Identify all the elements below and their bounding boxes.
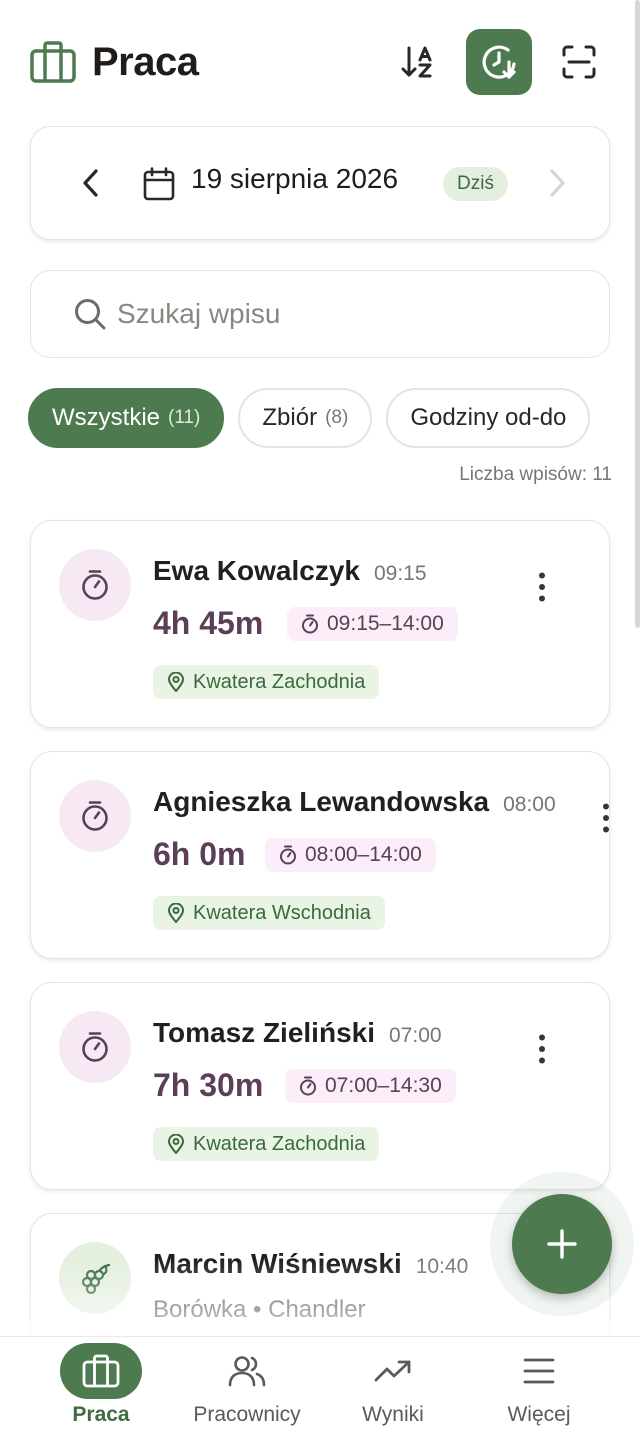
location-pin-icon: [167, 903, 185, 923]
stopwatch-icon: [59, 549, 131, 621]
location-pill: Kwatera Zachodnia: [153, 665, 380, 699]
page-title: Praca: [92, 39, 199, 84]
search-input[interactable]: [117, 298, 537, 330]
filter-chip-hours[interactable]: Godziny od-do: [386, 388, 591, 448]
entry-time: 10:40: [415, 1255, 469, 1278]
more-vertical-icon: [539, 1034, 545, 1064]
time-range: 08:00–14:00: [305, 843, 422, 866]
worker-name: Ewa Kowalczyk: [153, 555, 360, 586]
nav-label: Pracownicy: [193, 1403, 301, 1426]
add-entry-button[interactable]: [512, 1194, 612, 1294]
briefcase-icon: [60, 1343, 142, 1399]
stopwatch-icon: [280, 845, 296, 865]
location-pill: Kwatera Wschodnia: [153, 896, 385, 930]
entry-time: 08:00: [503, 793, 556, 816]
sort-button[interactable]: [386, 29, 452, 95]
entry-name: Marcin Wiśniewski 10:40: [153, 1248, 468, 1280]
time-range: 09:15–14:00: [327, 612, 444, 635]
stopwatch-icon: [300, 1076, 316, 1096]
scan-icon: [562, 45, 596, 79]
selected-date[interactable]: 19 sierpnia 2026: [191, 163, 398, 195]
stopwatch-icon: [302, 614, 318, 634]
nav-item-work[interactable]: Praca: [60, 1337, 142, 1436]
chip-label: Godziny od-do: [410, 404, 567, 431]
menu-icon: [498, 1343, 580, 1399]
chip-label: Zbiór: [262, 404, 318, 431]
location-pin-icon: [167, 1134, 185, 1154]
chip-count: (8): [325, 407, 349, 428]
date-navigator: 19 sierpnia 2026 Dziś: [30, 126, 610, 240]
more-options-button[interactable]: [527, 1029, 557, 1069]
filter-chips: Wszystkie (11) Zbiór (8) Godziny od-do: [28, 388, 620, 448]
trending-up-icon: [352, 1343, 434, 1399]
stopwatch-icon: [59, 1011, 131, 1083]
chevron-left-icon: [83, 169, 98, 197]
entry-duration: 7h 30m: [153, 1067, 264, 1103]
today-badge[interactable]: Dziś: [443, 167, 508, 201]
more-options-button[interactable]: [591, 798, 621, 838]
nav-item-workers[interactable]: Pracownicy: [186, 1337, 308, 1436]
next-day-button[interactable]: [539, 165, 575, 201]
entry-time: 07:00: [389, 1024, 442, 1047]
clock-download-button[interactable]: [466, 29, 532, 95]
app-header: Praca: [28, 28, 612, 96]
time-range-pill: 09:15–14:00: [287, 607, 458, 641]
scan-button[interactable]: [546, 29, 612, 95]
more-vertical-icon: [603, 803, 609, 833]
nav-item-results[interactable]: Wyniki: [352, 1337, 434, 1436]
nav-label: Praca: [72, 1403, 130, 1426]
grapes-icon: [59, 1242, 131, 1314]
chip-label: Wszystkie: [52, 404, 160, 431]
search-icon: [75, 299, 106, 330]
time-range: 07:00–14:30: [325, 1074, 442, 1097]
entry-duration: 4h 45m: [153, 605, 264, 641]
briefcase-icon: [28, 37, 78, 87]
entry-card[interactable]: Agnieszka Lewandowska 08:00 6h 0m 08:00–1…: [30, 751, 610, 959]
entry-time: 09:15: [373, 562, 427, 585]
nav-item-more[interactable]: Więcej: [498, 1337, 580, 1436]
entry-subtitle: Borówka • Chandler: [153, 1296, 366, 1323]
sort-az-icon: [401, 46, 432, 78]
scrollbar[interactable]: [635, 0, 640, 628]
search-box: [30, 270, 610, 358]
location-name: Kwatera Wschodnia: [193, 901, 371, 924]
worker-name: Tomasz Zieliński: [153, 1017, 375, 1048]
worker-name: Marcin Wiśniewski: [153, 1248, 402, 1279]
chip-count: (11): [168, 407, 201, 428]
worker-name: Agnieszka Lewandowska: [153, 786, 490, 817]
entries-count: Liczba wpisów: 11: [459, 464, 612, 485]
plus-icon: [547, 1229, 577, 1259]
calendar-icon: [143, 167, 175, 206]
nav-label: Więcej: [507, 1403, 571, 1426]
entry-card[interactable]: Tomasz Zieliński 07:00 7h 30m 07:00–14:30…: [30, 982, 610, 1190]
bottom-navigation: Praca Pracownicy Wyniki Więcej: [0, 1336, 640, 1436]
previous-day-button[interactable]: [73, 165, 109, 201]
filter-chip-all[interactable]: Wszystkie (11): [28, 388, 225, 448]
clock-download-icon: [482, 45, 516, 79]
entry-card[interactable]: Ewa Kowalczyk 09:15 4h 45m 09:15–14:00 Kw…: [30, 520, 610, 728]
location-name: Kwatera Zachodnia: [193, 670, 366, 693]
entry-duration: 6h 0m: [153, 836, 246, 872]
stopwatch-icon: [59, 780, 131, 852]
time-range-pill: 07:00–14:30: [285, 1069, 456, 1103]
chevron-right-icon: [550, 169, 565, 197]
more-vertical-icon: [539, 572, 545, 602]
location-pill: Kwatera Zachodnia: [153, 1127, 380, 1161]
users-icon: [206, 1343, 288, 1399]
location-name: Kwatera Zachodnia: [193, 1132, 366, 1155]
filter-chip-harvest[interactable]: Zbiór (8): [238, 388, 373, 448]
time-range-pill: 08:00–14:00: [265, 838, 436, 872]
entry-name: Ewa Kowalczyk 09:15: [153, 555, 427, 587]
more-options-button[interactable]: [527, 567, 557, 607]
entry-name: Tomasz Zieliński 07:00: [153, 1017, 442, 1049]
entry-name: Agnieszka Lewandowska 08:00: [153, 786, 556, 818]
location-pin-icon: [167, 672, 185, 692]
nav-label: Wyniki: [362, 1403, 424, 1426]
